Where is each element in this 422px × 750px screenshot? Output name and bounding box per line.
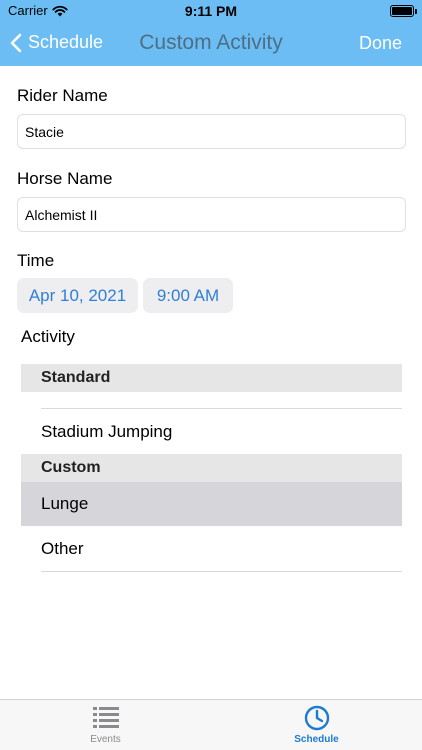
list-item-stadium-jumping[interactable]: Stadium Jumping [21,410,402,454]
back-button-label: Schedule [28,32,104,52]
rider-name-field[interactable]: Stacie [17,114,406,149]
clock-icon [304,705,329,731]
row-separator [41,571,402,572]
tab-bar: Events Schedule [0,699,422,750]
time-picker-button[interactable]: 9:00 AM [143,278,233,313]
list-item-other[interactable]: Other [21,527,402,571]
date-picker-button[interactable]: Apr 10, 2021 [17,278,138,313]
back-button[interactable]: Schedule [10,32,103,53]
tab-schedule-label: Schedule [294,734,339,745]
row-separator [41,408,402,409]
time-label: Time [17,251,55,270]
horse-name-label: Horse Name [17,169,113,188]
navigation-bar: Schedule Custom Activity Done [0,22,422,66]
tab-events-label: Events [90,734,121,745]
rider-name-label: Rider Name [17,86,108,105]
status-bar: Carrier 9:11 PM [0,0,422,22]
list-item-lunge[interactable]: Lunge [21,482,402,526]
tab-schedule[interactable]: Schedule [211,700,422,750]
tab-events[interactable]: Events [0,700,211,750]
done-button[interactable]: Done [359,33,402,54]
top-bar: Carrier 9:11 PM Schedule Custom Activity… [0,0,422,66]
section-header-standard: Standard [21,364,402,392]
horse-name-field[interactable]: Alchemist II [17,197,406,232]
section-header-custom: Custom [21,454,402,482]
status-time: 9:11 PM [184,3,238,19]
chevron-left-icon [10,33,22,52]
activity-label: Activity [21,327,75,346]
battery-icon [390,5,417,17]
list-icon [92,707,119,728]
